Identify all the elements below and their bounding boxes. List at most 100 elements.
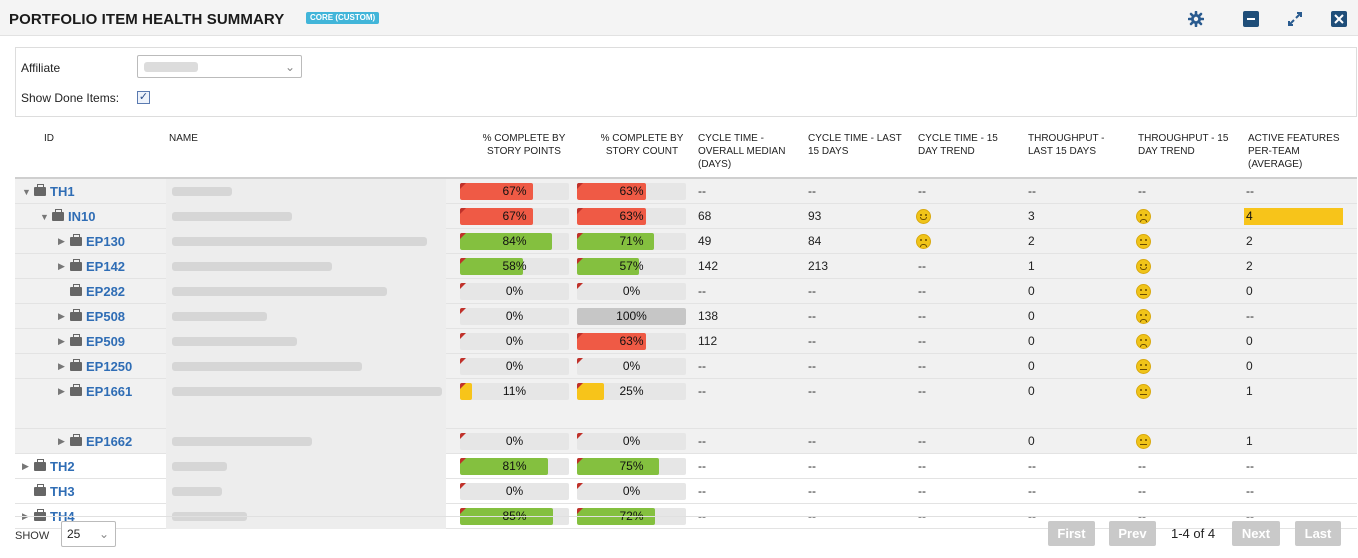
item-id-link[interactable]: EP142 [86,259,125,274]
cell-active-features: 0 [1246,284,1253,298]
table-row[interactable]: ▼ IN10 67% 63% 68 93 3 4 [15,204,1357,229]
show-done-checkbox[interactable]: ✓ [137,91,150,104]
expand-icon[interactable]: ▶ [58,386,70,397]
cell-ct-trend: -- [918,259,926,273]
item-id-link[interactable]: EP508 [86,309,125,324]
bar-label: 0% [505,434,524,448]
expand-icon[interactable]: ▶ [58,336,70,347]
table-row[interactable]: ▼ TH1 67% 63% -- -- -- -- -- -- [15,179,1357,204]
table-row[interactable]: ▶ TH2 81% 75% -- -- -- -- -- -- [15,454,1357,479]
col-header-cycle-overall[interactable]: CYCLE TIME - OVERALL MEDIAN (DAYS) [698,132,785,171]
table-row[interactable]: EP282 0% 0% -- -- 0 -- 0 [15,279,1357,304]
cell-ct-trend: -- [918,434,926,448]
table-row[interactable]: ▶ EP1662 0% 0% -- -- 0 -- 1 [15,429,1357,454]
col-header-line: STORY POINTS [487,146,561,157]
cell-active-features: -- [1246,309,1254,323]
table-row[interactable]: TH3 0% 0% -- -- -- -- -- -- [15,479,1357,504]
cell-tp-15: -- [1028,459,1036,473]
cell-ct-overall: -- [698,459,706,473]
last-page-button[interactable]: Last [1295,521,1341,546]
bar-label: 63% [619,184,644,198]
item-id-link[interactable]: EP282 [86,284,125,299]
smile-icon [1136,259,1151,274]
page-size-select[interactable]: 25 ⌄ [61,521,116,547]
item-id-link[interactable]: EP1250 [86,359,132,374]
table-row[interactable]: ▶ EP508 0% 100% 138 -- 0 -- -- [15,304,1357,329]
item-id-link[interactable]: EP1662 [86,434,132,449]
col-header-line: CYCLE TIME - LAST [808,133,902,144]
briefcase-icon [70,334,82,346]
cell-ct-overall: 112 [698,334,718,348]
briefcase-icon [70,434,82,446]
expand-icon[interactable]: ▶ [58,361,70,372]
bar-label: 81% [502,459,527,473]
table-row[interactable]: ▶ EP1661 11% 25% -- -- 0 -- 1 [15,379,1357,429]
close-icon[interactable] [1331,11,1347,27]
col-header-cycle-trend[interactable]: CYCLE TIME - 15 DAY TREND [918,132,998,158]
bar-label: 84% [502,234,527,248]
prev-page-button[interactable]: Prev [1109,521,1156,546]
expand-icon[interactable]: ▶ [58,261,70,272]
cell-tp-15: 2 [1028,234,1035,248]
col-header-line: 15 DAYS [808,146,849,157]
pct-points-bar: 67% [460,183,569,200]
bar-label: 0% [622,484,641,498]
col-header-cycle-15[interactable]: CYCLE TIME - LAST 15 DAYS [808,132,902,158]
item-id-link[interactable]: IN10 [68,209,95,224]
frown-icon [916,234,931,249]
col-header-id[interactable]: ID [44,132,54,145]
first-page-button[interactable]: First [1048,521,1095,546]
redaction-blur [172,312,267,321]
name-redacted [166,229,446,254]
col-header-throughput-15[interactable]: THROUGHPUT - LAST 15 DAYS [1028,132,1104,158]
item-id-link[interactable]: TH2 [50,459,75,474]
table-row[interactable]: ▶ EP1250 0% 0% -- -- 0 -- 0 [15,354,1357,379]
item-id-link[interactable]: EP509 [86,334,125,349]
collapse-icon[interactable]: ▼ [40,212,52,222]
minimize-icon[interactable] [1243,11,1259,27]
affiliate-select[interactable]: ⌄ [137,55,302,78]
show-done-label: Show Done Items: [21,91,120,105]
briefcase-icon [34,184,46,196]
item-id-link[interactable]: TH1 [50,184,75,199]
table-row[interactable]: ▶ EP130 84% 71% 49 84 2 2 [15,229,1357,254]
name-redacted [166,179,446,204]
title-bar: PORTFOLIO ITEM HEALTH SUMMARY CORE (CUST… [0,0,1358,36]
col-header-line: DAY TREND [918,146,975,157]
pct-count-bar: 63% [577,333,686,350]
page-size-value: 25 [67,527,81,541]
col-header-name[interactable]: NAME [169,132,198,145]
expand-icon[interactable] [1287,11,1303,27]
smile-icon [916,209,931,224]
cell-ct-overall: -- [698,384,706,398]
frown-icon [1136,209,1151,224]
briefcase-icon [70,384,82,396]
col-header-active-features[interactable]: ACTIVE FEATURES PER-TEAM (AVERAGE) [1248,132,1340,171]
name-redacted [166,454,446,479]
col-header-pct-count[interactable]: % COMPLETE BY STORY COUNT [598,132,686,158]
expand-icon[interactable]: ▶ [58,436,70,447]
col-header-pct-points[interactable]: % COMPLETE BY STORY POINTS [481,132,567,158]
item-id-link[interactable]: EP130 [86,234,125,249]
cell-ct-15: -- [808,184,816,198]
cell-tp-15: 0 [1028,434,1035,448]
cell-ct-15: -- [808,309,816,323]
bar-label: 11% [502,384,527,398]
table-row[interactable]: ▶ EP509 0% 63% 112 -- 0 -- 0 [15,329,1357,354]
gear-icon[interactable] [1188,11,1204,27]
redaction-blur [172,262,332,271]
expand-icon[interactable]: ▶ [58,236,70,247]
expand-icon[interactable]: ▶ [58,311,70,322]
footer-divider [15,516,1357,517]
id-cell: ▼ IN10 [40,204,95,229]
collapse-icon[interactable]: ▼ [22,187,34,197]
item-id-link[interactable]: TH3 [50,484,75,499]
item-id-link[interactable]: EP1661 [86,384,132,399]
table-row[interactable]: ▶ EP142 58% 57% 142 213 1 -- 2 [15,254,1357,279]
expand-icon[interactable]: ▶ [22,461,34,472]
briefcase-icon [70,284,82,296]
pct-count-bar: 25% [577,383,686,400]
next-page-button[interactable]: Next [1232,521,1280,546]
col-header-throughput-trend[interactable]: THROUGHPUT - 15 DAY TREND [1138,132,1228,158]
briefcase-icon [52,209,64,221]
